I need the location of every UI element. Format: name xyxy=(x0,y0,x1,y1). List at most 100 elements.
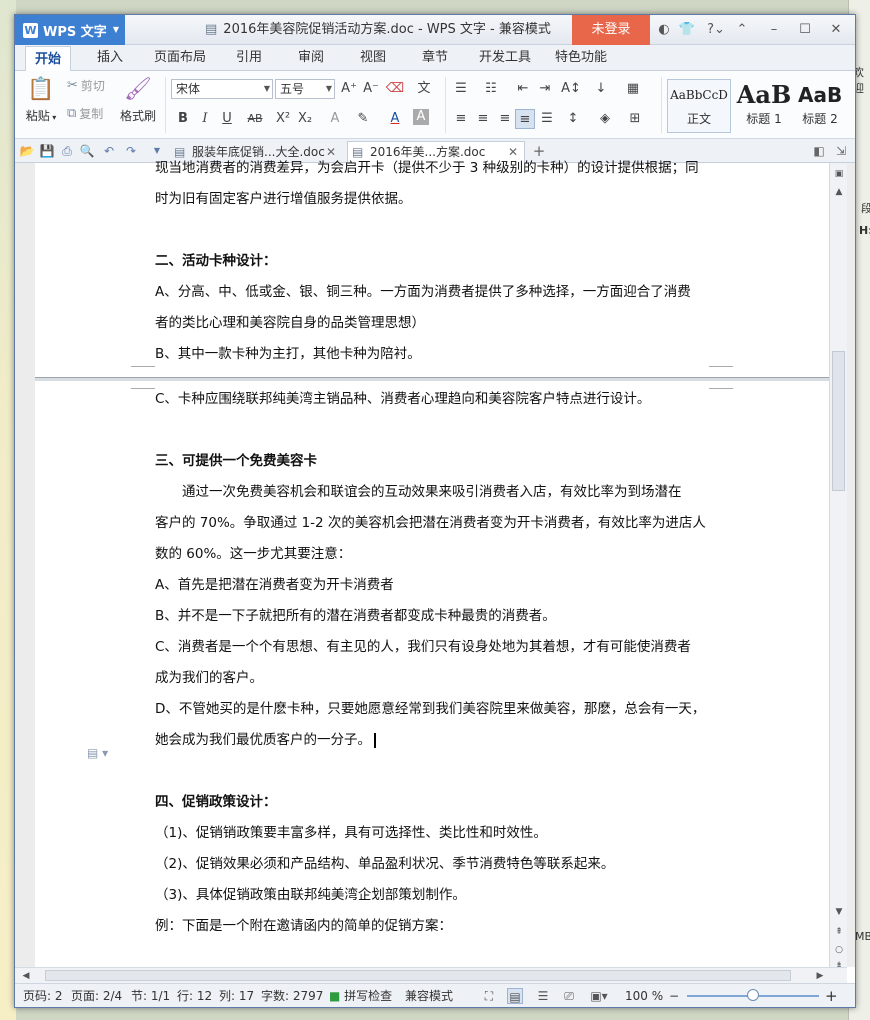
page[interactable]: 现当地消费者的消费差异，为会启开卡（提供不少于 3 种级别的卡种）的设计提供根据… xyxy=(35,160,829,377)
zoom-slider-knob[interactable] xyxy=(747,989,759,1001)
chinese-layout-icon[interactable]: A↕ xyxy=(561,79,581,99)
style-heading-1[interactable]: AaB 标题 1 xyxy=(733,79,795,133)
redo-icon[interactable]: ↷ xyxy=(123,143,139,159)
align-right-icon[interactable]: ≡ xyxy=(495,109,515,129)
document-area[interactable]: 现当地消费者的消费差异，为会启开卡（提供不少于 3 种级别的卡种）的设计提供根据… xyxy=(15,160,855,967)
outline-view-icon[interactable]: ☰ xyxy=(535,988,551,1004)
decrease-indent-icon[interactable]: ⇤ xyxy=(513,79,533,99)
paragraph-line: 现当地消费者的消费差异，为会启开卡（提供不少于 3 种级别的卡种）的设计提供根据… xyxy=(155,160,699,176)
tab-review[interactable]: 审阅 xyxy=(289,45,333,71)
previous-page-icon[interactable]: ⇞ xyxy=(832,925,846,939)
print-icon[interactable]: ⎙ xyxy=(59,143,75,159)
zoom-out-icon[interactable]: − xyxy=(669,984,679,1007)
copy-button[interactable]: ⧉ 复制 xyxy=(67,105,103,122)
tab-special-features[interactable]: 特色功能 xyxy=(549,45,613,71)
tab-references[interactable]: 引用 xyxy=(227,45,271,71)
justify-icon[interactable]: ≡ xyxy=(515,109,535,129)
tab-insert[interactable]: 插入 xyxy=(87,45,133,71)
paste-button[interactable]: 📋 粘贴 ▾ xyxy=(23,75,59,124)
italic-icon[interactable]: I xyxy=(195,109,215,129)
horizontal-scroll-thumb[interactable] xyxy=(45,970,791,981)
strikethrough-icon[interactable]: AB xyxy=(245,109,265,129)
status-section[interactable]: 节: 1/1 xyxy=(131,984,170,1007)
tab-menu-icon[interactable]: ⇲ xyxy=(833,143,849,159)
save-icon[interactable]: 💾 xyxy=(39,143,55,159)
fullscreen-icon[interactable]: ⛶ xyxy=(481,988,497,1004)
status-word-count[interactable]: 字数: 2797 xyxy=(261,984,323,1007)
format-painter-button[interactable]: 🖌 格式刷 xyxy=(117,75,159,124)
status-pages[interactable]: 页面: 2/4 xyxy=(71,984,122,1007)
horizontal-scrollbar[interactable]: ◀ ▶ xyxy=(15,967,847,983)
paragraph-menu-icon[interactable]: ▤ ▾ xyxy=(87,746,108,760)
tab-list-icon[interactable]: ◧ xyxy=(811,143,827,159)
clipboard-icon: 📋 xyxy=(27,77,55,102)
table-border-icon[interactable]: ▦ xyxy=(623,79,643,99)
subscript-icon[interactable]: X₂ xyxy=(295,109,315,129)
font-name-select[interactable]: 宋体 ▼ xyxy=(171,79,273,99)
tab-page-layout[interactable]: 页面布局 xyxy=(147,45,213,71)
scroll-corner-icon[interactable]: ▣ xyxy=(832,167,846,181)
app-menu-button[interactable]: W WPS 文字 ▼ xyxy=(15,15,125,45)
copy-icon: ⧉ xyxy=(67,106,77,121)
character-shading-icon[interactable]: A xyxy=(413,109,429,125)
scroll-down-icon[interactable]: ▼ xyxy=(832,905,846,919)
increase-indent-icon[interactable]: ⇥ xyxy=(535,79,555,99)
paragraph-shading-icon[interactable]: ◈ xyxy=(595,109,615,129)
shrink-font-icon[interactable]: A⁻ xyxy=(361,79,381,99)
style-heading-2[interactable]: AaB 标题 2 xyxy=(797,79,843,133)
web-view-icon[interactable]: ⎚ xyxy=(561,988,577,1004)
tab-view[interactable]: 视图 xyxy=(351,45,395,71)
border-icon[interactable]: ⊞ xyxy=(625,109,645,129)
underline-icon[interactable]: U xyxy=(217,109,237,129)
undo-icon[interactable]: ↶ xyxy=(101,143,117,159)
scroll-left-icon[interactable]: ◀ xyxy=(19,969,33,983)
title-bar: W WPS 文字 ▼ ▤ 2016年美容院促销活动方案.doc - WPS 文字… xyxy=(15,15,855,45)
numbering-icon[interactable]: ☷ xyxy=(481,79,501,99)
style-normal[interactable]: AaBbCcD 正文 xyxy=(667,79,731,133)
vertical-scroll-thumb[interactable] xyxy=(832,351,845,491)
login-button[interactable]: 未登录 xyxy=(572,15,650,45)
font-size-select[interactable]: 五号 ▼ xyxy=(275,79,335,99)
grow-font-icon[interactable]: A⁺ xyxy=(339,79,359,99)
collapse-ribbon-icon[interactable]: ⌃ xyxy=(733,21,751,39)
align-left-icon[interactable]: ≡ xyxy=(451,109,471,129)
align-center-icon[interactable]: ≡ xyxy=(473,109,493,129)
scroll-up-icon[interactable]: ▲ xyxy=(832,185,846,199)
bold-icon[interactable]: B xyxy=(173,109,193,129)
feedback-icon[interactable]: ◐ xyxy=(655,21,673,39)
tab-chapter[interactable]: 章节 xyxy=(413,45,457,71)
help-icon[interactable]: ?⌄ xyxy=(703,21,729,39)
tab-home[interactable]: 开始 xyxy=(25,46,71,72)
status-column[interactable]: 列: 17 xyxy=(219,984,254,1007)
sort-icon[interactable]: ↓ xyxy=(591,79,611,99)
close-icon[interactable]: ✕ xyxy=(827,21,845,39)
vertical-scrollbar[interactable]: ▣ ▲ ▼ ⇞ ○ ⇟ xyxy=(829,163,847,971)
page-view-icon[interactable]: ▤ xyxy=(507,988,523,1004)
status-page-number[interactable]: 页码: 2 xyxy=(23,984,63,1007)
zoom-in-icon[interactable]: + xyxy=(825,984,838,1007)
tab-developer[interactable]: 开发工具 xyxy=(473,45,537,71)
highlight-icon[interactable]: ✎ xyxy=(353,109,373,129)
line-spacing-icon[interactable]: ↕ xyxy=(563,109,583,129)
print-preview-icon[interactable]: 🔍 xyxy=(79,143,95,159)
zoom-level[interactable]: 100 % xyxy=(625,984,663,1007)
minimize-icon[interactable]: – xyxy=(765,21,783,39)
bullets-icon[interactable]: ☰ xyxy=(451,79,471,99)
clear-format-icon[interactable]: ⌫ xyxy=(385,79,405,99)
spell-check-button[interactable]: ■ 拼写检查 xyxy=(329,984,392,1007)
open-folder-icon[interactable]: 📂 xyxy=(19,143,35,159)
status-row[interactable]: 行: 12 xyxy=(177,984,212,1007)
phonetic-guide-icon[interactable]: 文 xyxy=(411,79,437,99)
font-color-icon[interactable]: A xyxy=(385,109,405,129)
text-effect-icon[interactable]: A xyxy=(325,109,345,129)
browse-object-icon[interactable]: ○ xyxy=(832,943,846,957)
skin-icon[interactable]: 👕 xyxy=(678,21,696,39)
maximize-icon[interactable]: ☐ xyxy=(796,21,814,39)
scroll-right-icon[interactable]: ▶ xyxy=(813,969,827,983)
superscript-icon[interactable]: X² xyxy=(273,109,293,129)
distribute-icon[interactable]: ☰ xyxy=(537,109,557,129)
read-mode-icon[interactable]: ▣▾ xyxy=(587,988,611,1004)
paragraph-line: 成为我们的客户。 xyxy=(155,670,263,686)
cut-button[interactable]: ✂ 剪切 xyxy=(67,77,105,94)
page[interactable]: C、卡种应围绕联邦纯美湾主销品种、消费者心理趋向和美容院客户特点进行设计。 三、… xyxy=(35,381,829,967)
